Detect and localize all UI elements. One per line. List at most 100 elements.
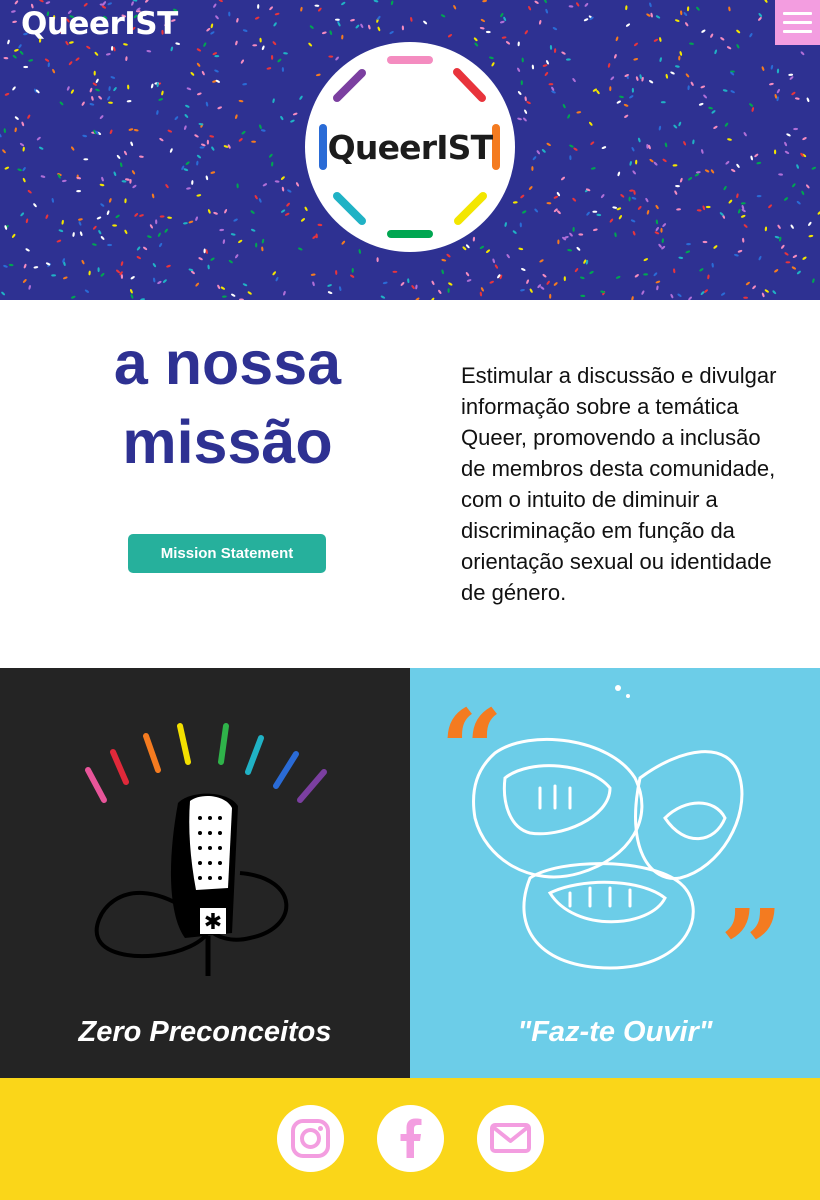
confetti-dot [673, 268, 676, 274]
confetti-dot [280, 115, 284, 121]
confetti-dot [341, 1, 346, 6]
confetti-dot [539, 259, 544, 263]
facebook-link[interactable] [377, 1105, 444, 1172]
confetti-dot [773, 149, 777, 155]
confetti-dot [14, 0, 19, 5]
confetti-dot [677, 293, 682, 297]
confetti-dot [708, 106, 713, 110]
menu-button[interactable] [775, 0, 820, 45]
confetti-dot [210, 171, 216, 174]
confetti-dot [222, 295, 227, 298]
confetti-dot [632, 170, 636, 175]
confetti-dot [96, 216, 102, 220]
confetti-dot [8, 263, 14, 267]
confetti-dot [389, 31, 394, 35]
confetti-dot [792, 183, 796, 188]
confetti-dot [12, 20, 17, 23]
confetti-dot [380, 295, 386, 299]
hamburger-menu-icon-bar [783, 30, 812, 33]
confetti-dot [240, 59, 244, 64]
confetti-dot [465, 272, 470, 277]
confetti-dot [812, 278, 815, 284]
confetti-dot [207, 264, 210, 270]
confetti-dot [250, 228, 256, 232]
confetti-dot [500, 12, 504, 18]
confetti-dot [742, 237, 745, 243]
confetti-dot [92, 243, 97, 246]
confetti-dot [203, 42, 207, 47]
confetti-dot [236, 183, 239, 189]
confetti-dot [523, 117, 527, 122]
confetti-dot [158, 98, 164, 101]
confetti-dot [758, 255, 762, 261]
confetti-dot [4, 92, 10, 96]
confetti-dot [617, 171, 621, 177]
confetti-dot [82, 134, 88, 138]
confetti-dot [157, 232, 161, 237]
confetti-dot [619, 95, 624, 99]
confetti-dot [701, 149, 704, 154]
confetti-dot [71, 295, 76, 299]
confetti-dot [238, 239, 243, 244]
confetti-dot [66, 86, 70, 91]
confetti-dot [553, 48, 557, 53]
confetti-dot [658, 243, 662, 248]
confetti-dot [145, 0, 149, 3]
brand-logo[interactable]: QueerIST [21, 6, 178, 42]
confetti-dot [196, 160, 199, 166]
confetti-dot [203, 248, 206, 254]
confetti-dot [675, 65, 680, 68]
confetti-dot [569, 144, 574, 148]
confetti-dot [38, 146, 44, 150]
confetti-dot [540, 286, 545, 290]
confetti-dot [207, 209, 211, 214]
confetti-dot [645, 197, 649, 203]
confetti-dot [703, 94, 707, 99]
confetti-dot [341, 34, 344, 40]
confetti-dot [479, 291, 483, 297]
confetti-dot [150, 83, 154, 89]
confetti-dot [600, 194, 605, 199]
confetti-dot [146, 50, 152, 53]
confetti-dot [776, 68, 780, 74]
confetti-dot [687, 85, 690, 91]
confetti-dot [526, 101, 531, 105]
confetti-dot [124, 198, 127, 204]
confetti-dot [299, 95, 303, 100]
confetti-dot [756, 194, 762, 198]
confetti-dot [51, 274, 56, 277]
confetti-dot [531, 64, 535, 70]
confetti-dot [185, 161, 190, 165]
confetti-dot [72, 232, 75, 237]
confetti-dot [796, 164, 799, 169]
instagram-link[interactable] [277, 1105, 344, 1172]
confetti-dot [589, 121, 593, 126]
confetti-dot [242, 29, 248, 32]
tile-faz-te-ouvir[interactable]: “ ” "Faz-te Ouvir" [410, 668, 820, 1078]
confetti-dot [557, 210, 561, 215]
confetti-dot [492, 258, 495, 264]
confetti-dot [790, 224, 794, 229]
tile-zero-preconceitos[interactable]: ✱ Zero Preconceitos [0, 668, 410, 1078]
confetti-dot [526, 279, 529, 284]
confetti-dot [745, 281, 750, 286]
confetti-dot [12, 233, 16, 238]
mission-statement-button[interactable]: Mission Statement [128, 534, 326, 573]
confetti-dot [183, 125, 187, 130]
confetti-dot [655, 219, 659, 225]
confetti-dot [629, 95, 634, 99]
confetti-dot [108, 198, 112, 203]
confetti-dot [764, 289, 769, 293]
confetti-dot [625, 5, 628, 11]
email-link[interactable] [477, 1105, 544, 1172]
confetti-dot [761, 292, 765, 298]
confetti-dot [22, 167, 26, 172]
confetti-dot [607, 63, 611, 68]
confetti-dot [609, 218, 614, 223]
confetti-dot [130, 276, 135, 280]
confetti-dot [139, 155, 144, 158]
confetti-dot [161, 90, 164, 96]
confetti-dot [466, 279, 472, 282]
confetti-dot [136, 256, 141, 260]
confetti-dot [376, 257, 379, 263]
